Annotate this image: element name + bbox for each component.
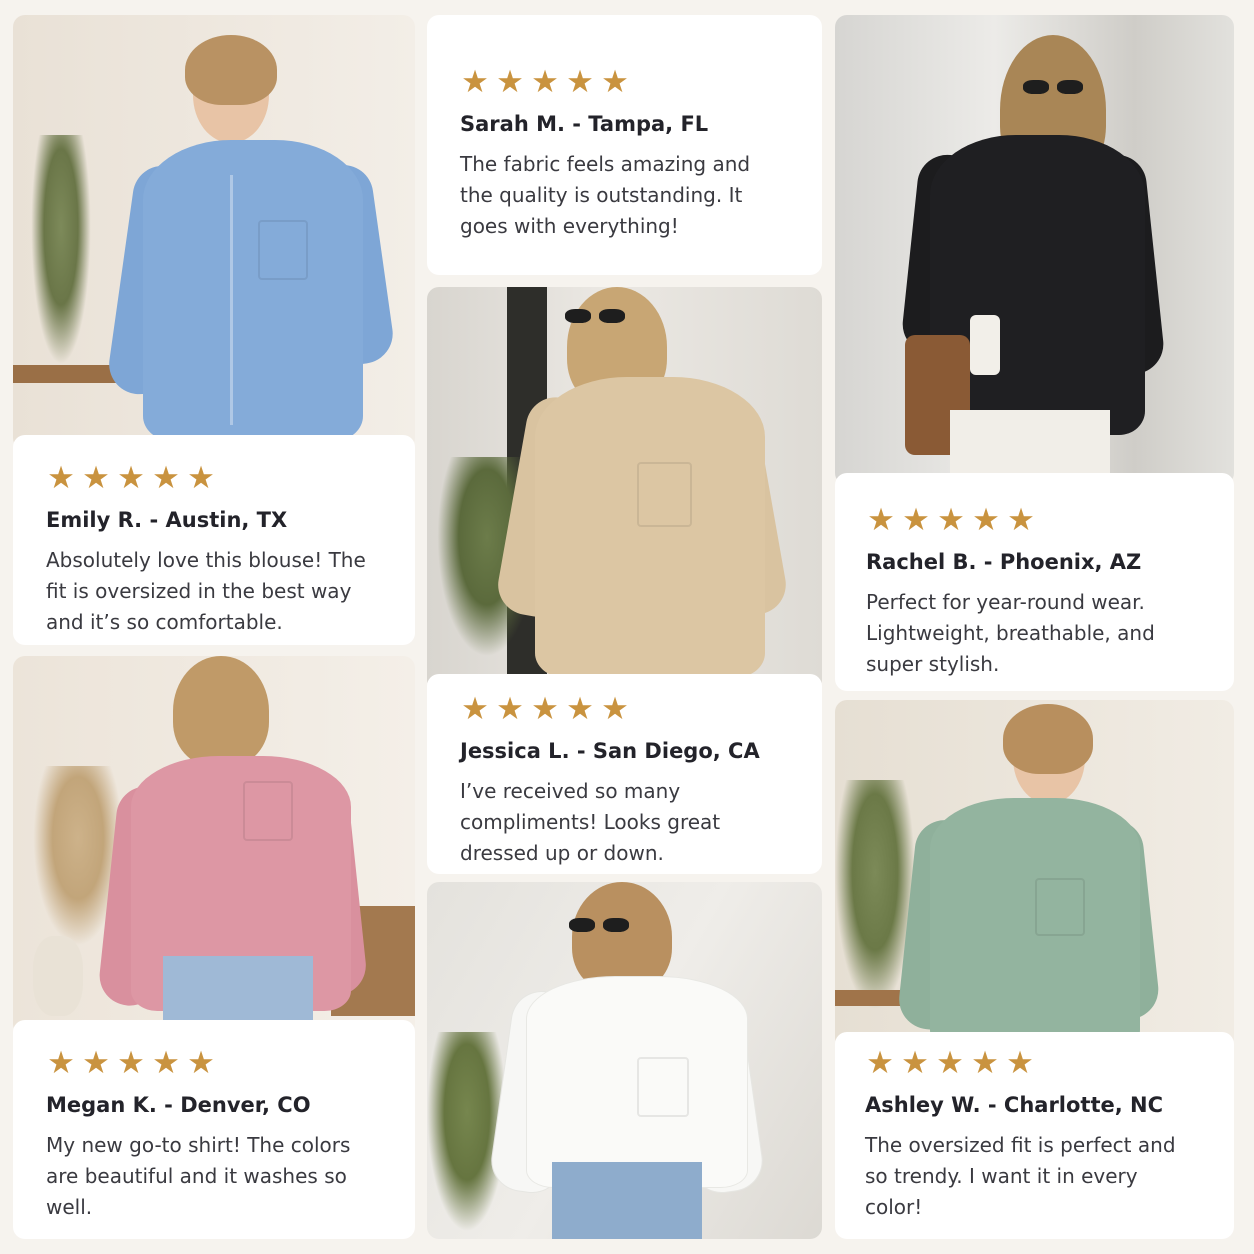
photo-beige-shirt <box>427 287 822 692</box>
photo-blue-shirt <box>13 15 415 450</box>
star-icon: ★ <box>496 64 524 100</box>
star-icon: ★ <box>1007 502 1035 538</box>
review-card: ★ ★ ★ ★ ★ Jessica L. - San Diego, CA I’v… <box>427 674 822 874</box>
star-icon: ★ <box>461 691 489 727</box>
star-icon: ★ <box>601 691 629 727</box>
reviewer-name: Ashley W. - Charlotte, NC <box>865 1093 1164 1117</box>
star-icon: ★ <box>47 460 75 496</box>
star-icon: ★ <box>531 691 559 727</box>
star-icon: ★ <box>866 1045 894 1081</box>
sunglasses-decor <box>569 918 629 932</box>
photo-white-shirt <box>427 882 822 1239</box>
star-icon: ★ <box>187 460 215 496</box>
star-icon: ★ <box>187 1045 215 1081</box>
star-rating: ★ ★ ★ ★ ★ <box>865 1048 1202 1079</box>
star-icon: ★ <box>152 460 180 496</box>
star-icon: ★ <box>496 691 524 727</box>
review-text: My new go-to shirt! The colors are beaut… <box>46 1133 351 1220</box>
star-rating: ★ ★ ★ ★ ★ <box>460 67 790 98</box>
review-text: The oversized fit is perfect and so tren… <box>865 1133 1176 1220</box>
star-icon: ★ <box>902 502 930 538</box>
star-icon: ★ <box>82 1045 110 1081</box>
star-icon: ★ <box>971 1045 999 1081</box>
star-icon: ★ <box>566 64 594 100</box>
sunglasses-decor <box>1023 80 1083 94</box>
sunglasses-decor <box>565 309 625 323</box>
photo-pink-shirt <box>13 656 415 1036</box>
review-card: ★ ★ ★ ★ ★ Emily R. - Austin, TX Absolute… <box>13 435 415 645</box>
star-rating: ★ ★ ★ ★ ★ <box>46 463 383 494</box>
reviewer-name: Megan K. - Denver, CO <box>46 1093 311 1117</box>
star-icon: ★ <box>972 502 1000 538</box>
photo-green-shirt <box>835 700 1234 1050</box>
review-card: ★ ★ ★ ★ ★ Rachel B. - Phoenix, AZ Perfec… <box>835 473 1234 691</box>
review-text: Absolutely love this blouse! The fit is … <box>46 548 366 635</box>
star-icon: ★ <box>152 1045 180 1081</box>
star-icon: ★ <box>461 64 489 100</box>
photo-black-shirt <box>835 15 1234 485</box>
review-card: ★ ★ ★ ★ ★ Megan K. - Denver, CO My new g… <box>13 1020 415 1239</box>
star-icon: ★ <box>82 460 110 496</box>
plant-decor <box>31 135 91 365</box>
reviewer-name: Sarah M. - Tampa, FL <box>460 112 709 136</box>
review-text: The fabric feels amazing and the quality… <box>460 152 751 239</box>
star-icon: ★ <box>531 64 559 100</box>
star-icon: ★ <box>566 691 594 727</box>
star-icon: ★ <box>117 1045 145 1081</box>
reviewer-name: Jessica L. - San Diego, CA <box>460 739 760 763</box>
star-icon: ★ <box>937 502 965 538</box>
star-icon: ★ <box>601 64 629 100</box>
review-card: ★ ★ ★ ★ ★ Ashley W. - Charlotte, NC The … <box>835 1032 1234 1239</box>
reviewer-name: Rachel B. - Phoenix, AZ <box>866 550 1142 574</box>
star-icon: ★ <box>867 502 895 538</box>
reviewer-name: Emily R. - Austin, TX <box>46 508 288 532</box>
star-icon: ★ <box>901 1045 929 1081</box>
star-icon: ★ <box>1006 1045 1034 1081</box>
star-icon: ★ <box>47 1045 75 1081</box>
star-rating: ★ ★ ★ ★ ★ <box>46 1048 383 1079</box>
review-text: Perfect for year-round wear. Lightweight… <box>866 590 1155 677</box>
star-rating: ★ ★ ★ ★ ★ <box>866 505 1202 536</box>
star-icon: ★ <box>936 1045 964 1081</box>
review-text: I’ve received so many compliments! Looks… <box>460 779 721 866</box>
star-rating: ★ ★ ★ ★ ★ <box>460 694 790 725</box>
review-card: ★ ★ ★ ★ ★ Sarah M. - Tampa, FL The fabri… <box>427 15 822 275</box>
star-icon: ★ <box>117 460 145 496</box>
